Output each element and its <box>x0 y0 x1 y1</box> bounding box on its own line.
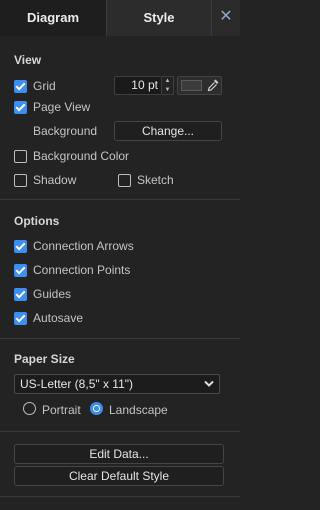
connection-arrows-row[interactable]: Connection Arrows <box>14 237 134 255</box>
divider <box>0 199 240 200</box>
autosave-label: Autosave <box>33 311 84 325</box>
page-view-label: Page View <box>33 100 91 114</box>
grid-label: Grid <box>33 79 56 93</box>
landscape-radio[interactable] <box>90 402 103 415</box>
options-section-title: Options <box>14 214 60 228</box>
sketch-label: Sketch <box>137 173 174 187</box>
chevron-down-icon[interactable] <box>204 380 214 388</box>
grid-color-button[interactable] <box>177 76 222 95</box>
grid-checkbox-row[interactable]: Grid <box>14 77 56 95</box>
divider <box>0 496 240 497</box>
paper-size-value: US-Letter (8,5" x 11") <box>20 377 134 391</box>
grid-color-swatch[interactable] <box>181 80 202 91</box>
change-background-button[interactable]: Change... <box>114 121 222 141</box>
shadow-label: Shadow <box>33 173 77 187</box>
page-view-checkbox[interactable] <box>14 100 27 114</box>
connection-points-checkbox[interactable] <box>14 263 27 277</box>
grid-size-stepper[interactable]: ▲ ▼ <box>162 76 174 95</box>
view-section-title: View <box>14 53 42 67</box>
portrait-label: Portrait <box>42 403 81 417</box>
clear-default-style-button[interactable]: Clear Default Style <box>14 466 224 486</box>
edit-data-button[interactable]: Edit Data... <box>14 444 224 464</box>
portrait-radio[interactable] <box>23 402 36 415</box>
background-label: Background <box>33 124 98 138</box>
divider <box>0 431 240 432</box>
guides-label: Guides <box>33 287 72 301</box>
sketch-checkbox-row[interactable]: Sketch <box>118 171 174 189</box>
shadow-checkbox[interactable] <box>14 173 27 187</box>
connection-arrows-checkbox[interactable] <box>14 239 27 253</box>
tab-diagram[interactable]: Diagram <box>0 0 107 36</box>
grid-checkbox[interactable] <box>14 79 27 93</box>
close-icon[interactable]: ✕ <box>212 0 240 36</box>
landscape-label: Landscape <box>109 403 168 417</box>
stepper-up-icon[interactable]: ▲ <box>162 77 173 86</box>
divider <box>0 338 240 339</box>
tab-bar: Diagram Style ✕ <box>0 0 240 36</box>
shadow-checkbox-row[interactable]: Shadow <box>14 171 76 189</box>
guides-checkbox[interactable] <box>14 287 27 301</box>
guides-row[interactable]: Guides <box>14 285 71 303</box>
tab-style[interactable]: Style <box>107 0 212 36</box>
paper-size-select[interactable]: US-Letter (8,5" x 11") <box>14 374 220 394</box>
background-color-label: Background Color <box>33 149 130 163</box>
autosave-checkbox[interactable] <box>14 311 27 325</box>
background-color-checkbox[interactable] <box>14 149 27 163</box>
connection-points-label: Connection Points <box>33 263 131 277</box>
paper-size-section-title: Paper Size <box>14 352 75 366</box>
background-color-checkbox-row[interactable]: Background Color <box>14 147 129 165</box>
connection-arrows-label: Connection Arrows <box>33 239 134 253</box>
connection-points-row[interactable]: Connection Points <box>14 261 130 279</box>
sketch-checkbox[interactable] <box>118 173 131 187</box>
grid-size-input[interactable]: 10 pt <box>114 76 162 95</box>
autosave-row[interactable]: Autosave <box>14 309 83 327</box>
stepper-down-icon[interactable]: ▼ <box>162 86 173 95</box>
page-view-checkbox-row[interactable]: Page View <box>14 98 90 116</box>
color-picker-icon[interactable] <box>206 78 220 93</box>
